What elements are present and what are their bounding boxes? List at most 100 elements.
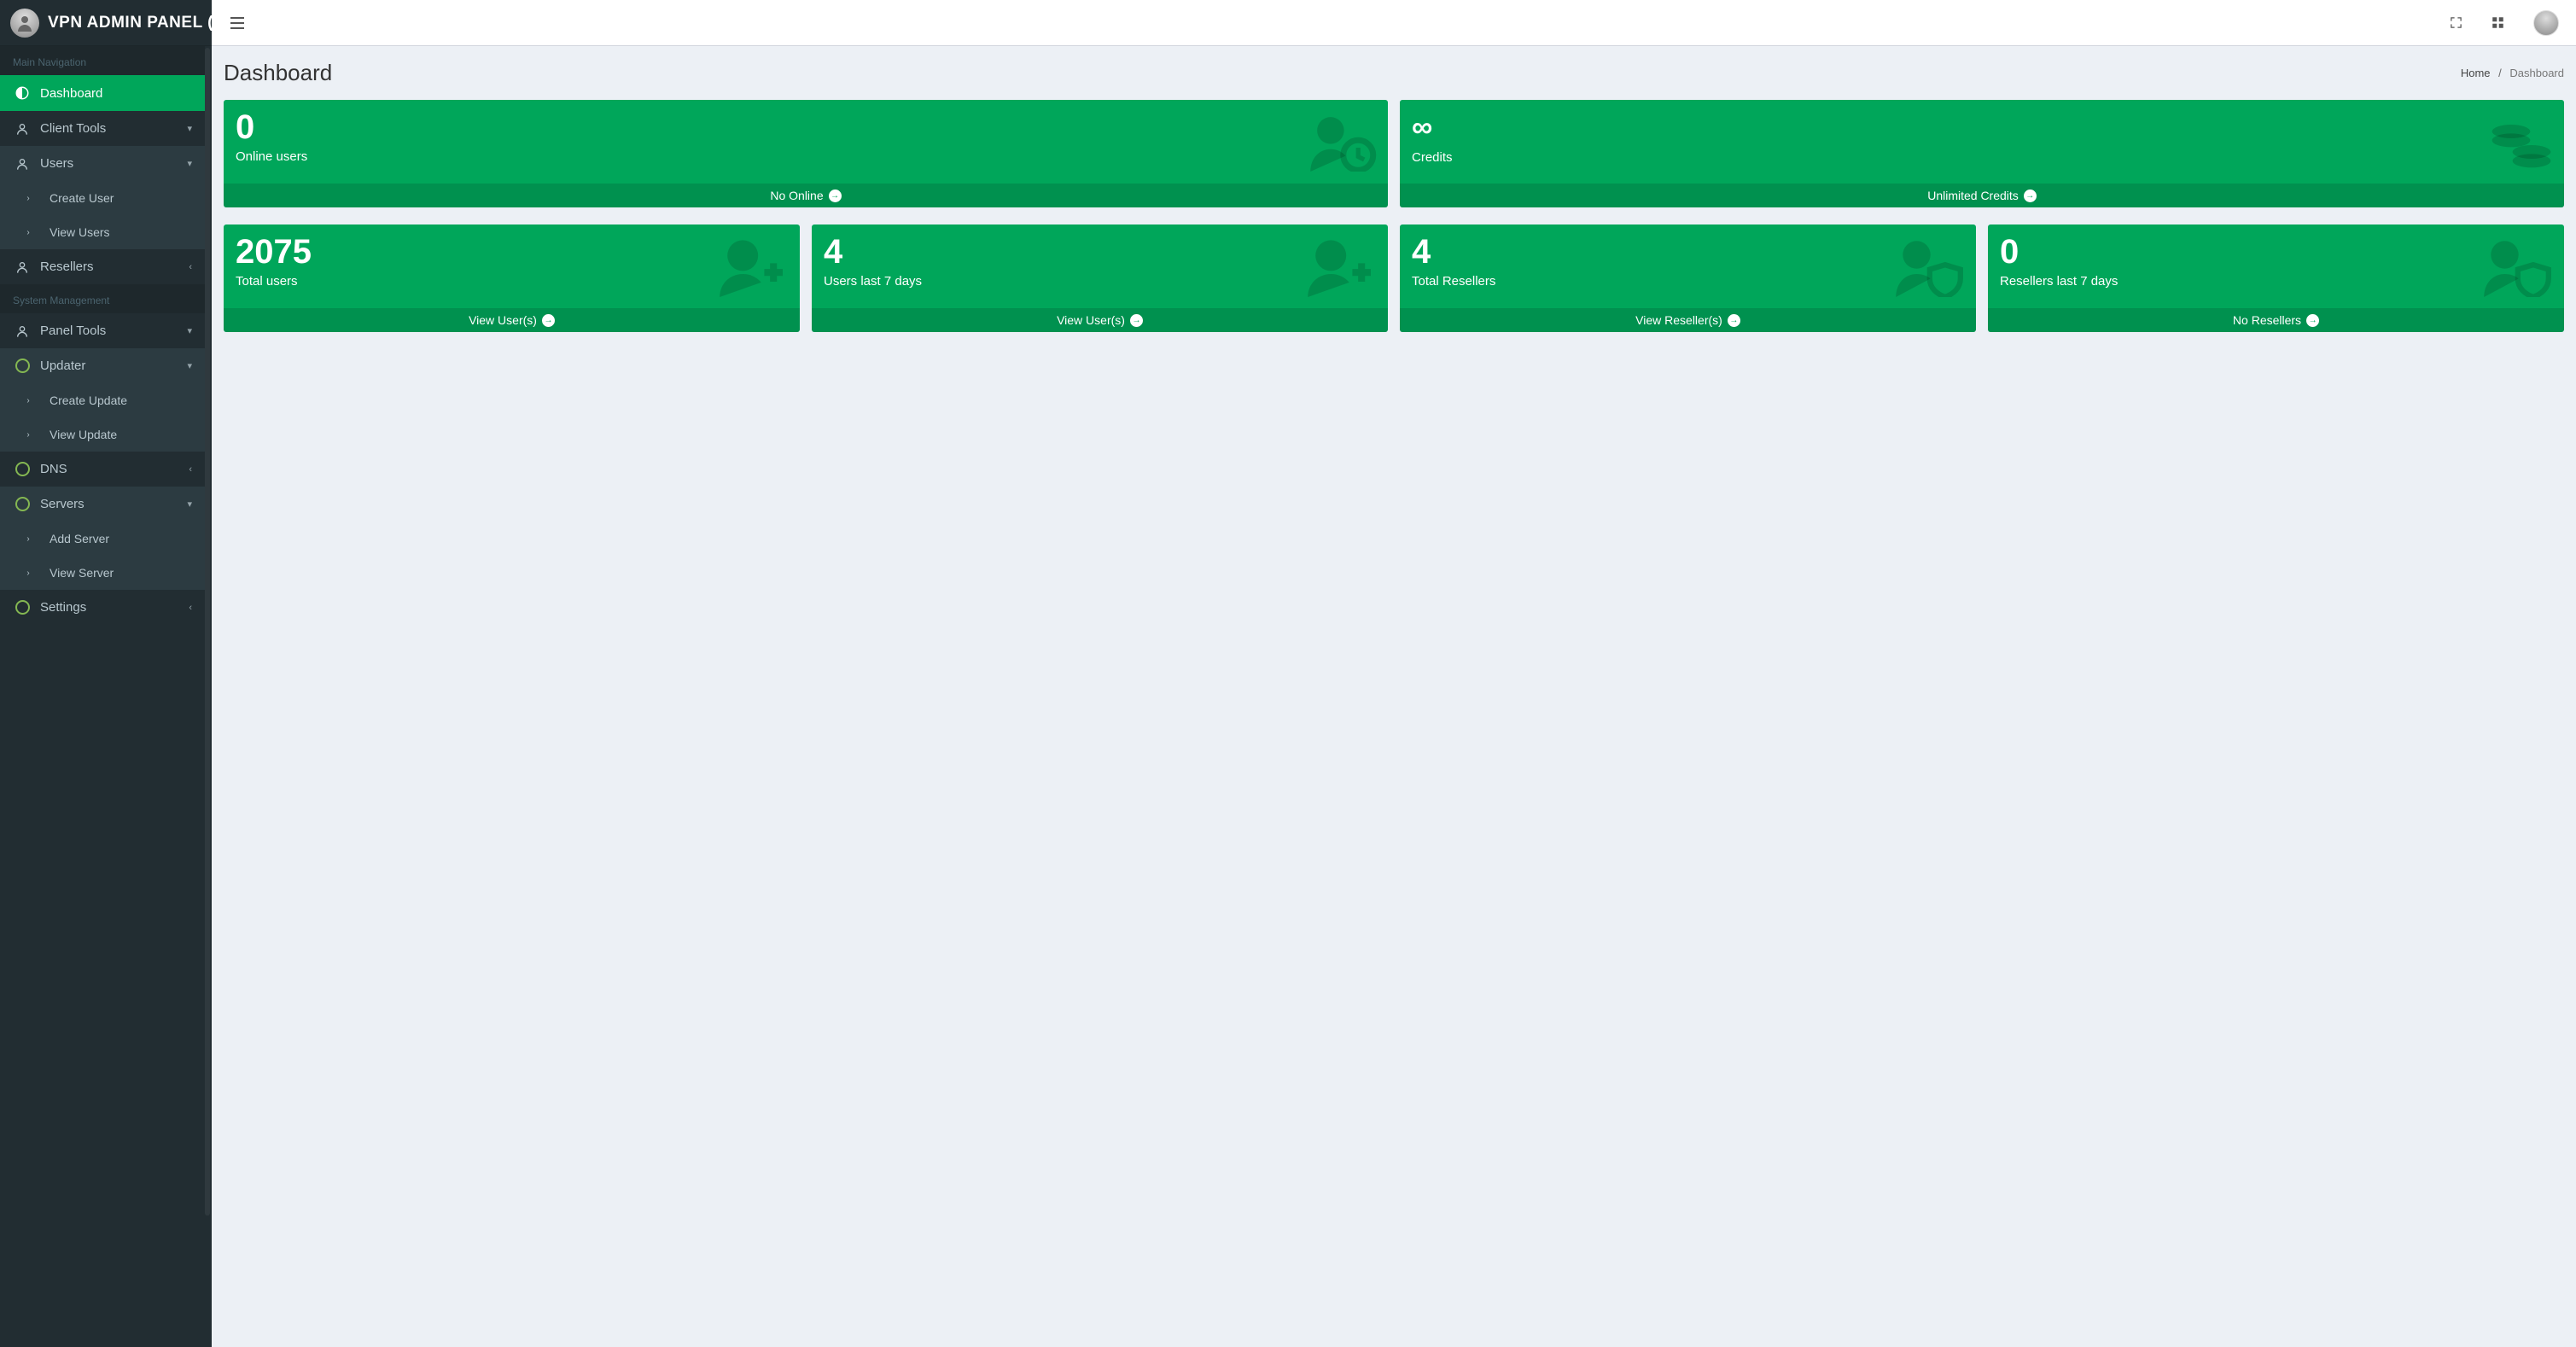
card-value: ∞ xyxy=(1412,110,2552,145)
sidebar-item-label: Create User xyxy=(50,191,114,205)
dashboard-icon xyxy=(13,85,32,101)
sidebar-item-settings[interactable]: Settings ‹ xyxy=(0,590,205,625)
breadcrumb-separator: / xyxy=(2498,67,2502,79)
chevron-down-icon: ▾ xyxy=(187,158,192,169)
card-footer-link[interactable]: View User(s) → xyxy=(224,308,800,332)
brand-logo-icon xyxy=(10,9,39,38)
sidebar-item-label: View Server xyxy=(50,566,114,580)
card-value: 0 xyxy=(236,110,1376,144)
fullscreen-button[interactable] xyxy=(2445,11,2468,34)
sidebar-item-label: Servers xyxy=(40,497,85,511)
card-value: 4 xyxy=(824,235,1376,269)
arrow-right-circle-icon: → xyxy=(2306,314,2319,327)
page-title: Dashboard xyxy=(224,60,332,86)
sidebar-item-label: Client Tools xyxy=(40,121,106,136)
card-label: Total users xyxy=(236,274,788,289)
circle-icon xyxy=(13,497,32,511)
card-online-users: 0 Online users No Online → xyxy=(224,100,1388,207)
card-total-users: 2075 Total users View User(s) → xyxy=(224,224,800,332)
sidebar-item-dns[interactable]: DNS ‹ xyxy=(0,452,205,487)
arrow-right-circle-icon: → xyxy=(542,314,555,327)
sidebar-toggle-button[interactable] xyxy=(224,10,251,36)
card-users-7d: 4 Users last 7 days View User(s) → xyxy=(812,224,1388,332)
card-footer-label: No Resellers xyxy=(2233,313,2301,327)
arrow-right-circle-icon: → xyxy=(829,190,842,202)
user-outline-icon xyxy=(13,157,32,171)
sidebar-item-servers[interactable]: Servers ▾ xyxy=(0,487,205,522)
sidebar-item-label: Dashboard xyxy=(40,86,102,101)
sidebar-item-view-server[interactable]: › View Server xyxy=(0,556,205,590)
nav-header-main: Main Navigation xyxy=(0,46,205,75)
card-footer-link[interactable]: No Online → xyxy=(224,184,1388,207)
brand[interactable]: VPN ADMIN PANEL (Us xyxy=(0,0,212,46)
card-label: Users last 7 days xyxy=(824,274,1376,289)
sidebar-item-label: Users xyxy=(40,156,73,171)
sidebar-item-panel-tools[interactable]: Panel Tools ▾ xyxy=(0,313,205,348)
sidebar: VPN ADMIN PANEL (Us Main Navigation Dash… xyxy=(0,0,212,1347)
card-label: Credits xyxy=(1412,150,2552,165)
arrow-right-circle-icon: → xyxy=(1130,314,1143,327)
brand-title: VPN ADMIN PANEL (Us xyxy=(48,14,212,32)
sidebar-item-label: View Update xyxy=(50,428,117,441)
sidebar-item-label: Resellers xyxy=(40,259,94,274)
nav-header-system: System Management xyxy=(0,284,205,313)
user-outline-icon xyxy=(13,260,32,274)
angle-right-icon: › xyxy=(19,228,38,237)
card-label: Resellers last 7 days xyxy=(2000,274,2552,289)
card-label: Total Resellers xyxy=(1412,274,1964,289)
sidebar-item-dashboard[interactable]: Dashboard xyxy=(0,75,205,111)
card-value: 4 xyxy=(1412,235,1964,269)
card-footer-link[interactable]: View User(s) → xyxy=(812,308,1388,332)
angle-right-icon: › xyxy=(19,569,38,578)
user-menu-button[interactable] xyxy=(2528,5,2564,41)
sidebar-item-create-user[interactable]: › Create User xyxy=(0,181,205,215)
angle-right-icon: › xyxy=(19,194,38,203)
sidebar-item-label: Add Server xyxy=(50,532,109,545)
card-label: Online users xyxy=(236,149,1376,164)
circle-icon xyxy=(13,600,32,615)
sidebar-item-label: Updater xyxy=(40,359,85,373)
sidebar-item-create-update[interactable]: › Create Update xyxy=(0,383,205,417)
main: Dashboard Home / Dashboard 0 Online user… xyxy=(212,0,2576,1347)
sidebar-item-view-users[interactable]: › View Users xyxy=(0,215,205,249)
card-total-resellers: 4 Total Resellers View Reseller(s) → xyxy=(1400,224,1976,332)
chevron-left-icon: ‹ xyxy=(189,464,192,475)
card-credits: ∞ Credits Unlimited Credits → xyxy=(1400,100,2564,207)
angle-right-icon: › xyxy=(19,430,38,440)
content-header: Dashboard Home / Dashboard xyxy=(212,46,2576,100)
card-resellers-7d: 0 Resellers last 7 days No Resellers → xyxy=(1988,224,2564,332)
chevron-down-icon: ▾ xyxy=(187,499,192,510)
circle-icon xyxy=(13,359,32,373)
grid-button[interactable] xyxy=(2486,11,2509,34)
breadcrumb-home-link[interactable]: Home xyxy=(2461,67,2491,79)
sidebar-scrollbar[interactable] xyxy=(205,48,210,1345)
card-footer-link[interactable]: No Resellers → xyxy=(1988,308,2564,332)
avatar-icon xyxy=(2533,10,2559,36)
chevron-down-icon: ▾ xyxy=(187,360,192,371)
sidebar-item-resellers[interactable]: Resellers ‹ xyxy=(0,249,205,284)
arrow-right-circle-icon: → xyxy=(2024,190,2037,202)
sidebar-item-label: Settings xyxy=(40,600,86,615)
card-footer-label: View Reseller(s) xyxy=(1635,313,1722,327)
breadcrumb-current: Dashboard xyxy=(2509,67,2564,79)
sidebar-scrollbar-thumb[interactable] xyxy=(205,48,210,1216)
sidebar-item-label: Create Update xyxy=(50,394,127,407)
sidebar-item-label: View Users xyxy=(50,225,110,239)
chevron-left-icon: ‹ xyxy=(189,603,192,613)
sidebar-item-updater[interactable]: Updater ▾ xyxy=(0,348,205,383)
card-footer-label: No Online xyxy=(770,189,823,202)
sidebar-item-client-tools[interactable]: Client Tools ▾ xyxy=(0,111,205,146)
card-value: 2075 xyxy=(236,235,788,269)
sidebar-item-view-update[interactable]: › View Update xyxy=(0,417,205,452)
chevron-down-icon: ▾ xyxy=(187,123,192,134)
card-value: 0 xyxy=(2000,235,2552,269)
breadcrumb: Home / Dashboard xyxy=(2461,67,2564,79)
card-footer-link[interactable]: Unlimited Credits → xyxy=(1400,184,2564,207)
circle-icon xyxy=(13,462,32,476)
card-footer-label: Unlimited Credits xyxy=(1927,189,2019,202)
card-footer-label: View User(s) xyxy=(1057,313,1125,327)
sidebar-item-users[interactable]: Users ▾ xyxy=(0,146,205,181)
user-icon xyxy=(13,324,32,338)
card-footer-link[interactable]: View Reseller(s) → xyxy=(1400,308,1976,332)
sidebar-item-add-server[interactable]: › Add Server xyxy=(0,522,205,556)
